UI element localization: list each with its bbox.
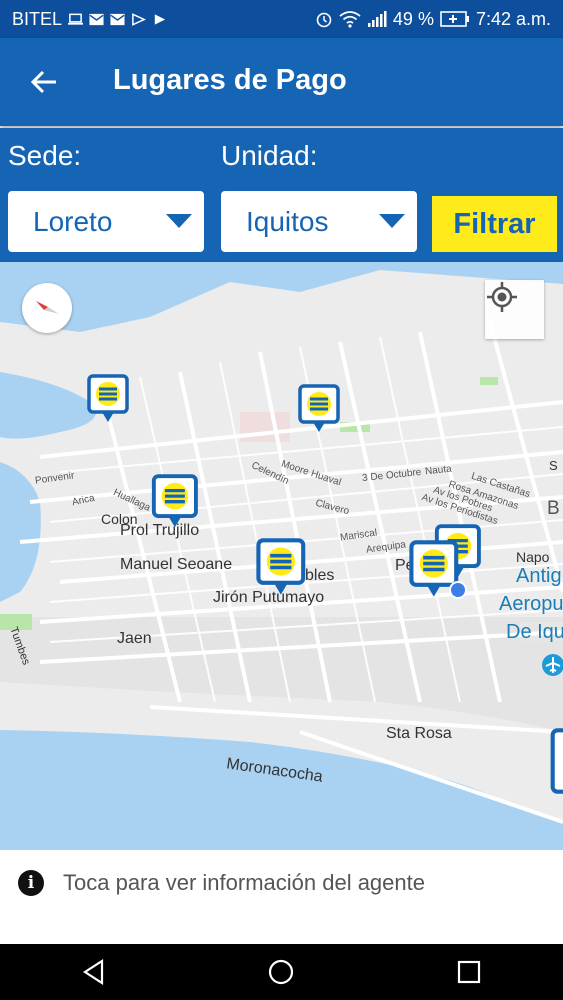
pin-icon (298, 384, 340, 432)
chevron-down-icon (379, 214, 405, 228)
status-right: 49 % 7:42 a.m. (315, 9, 551, 30)
arrow-back-icon (30, 70, 56, 94)
pin-icon (256, 538, 306, 595)
street-label: B (547, 498, 560, 519)
alarm-icon (316, 12, 332, 28)
laptop-icon (68, 13, 84, 25)
unidad-label: Unidad: (221, 140, 318, 171)
chevron-down-icon (166, 214, 192, 228)
play-store-icon (132, 12, 146, 26)
sede-select[interactable]: Loreto (8, 191, 204, 252)
nav-back-button[interactable] (64, 944, 124, 1000)
signal-icon (367, 11, 387, 27)
unidad-select-value: Iquitos (246, 205, 329, 237)
pin-icon (87, 374, 129, 422)
filter-panel: Sede: Unidad: Loreto Iquitos Filtrar (0, 128, 563, 262)
map-view[interactable]: Manuel Seoane Jirón Putumayo Jaen Sta Ro… (0, 262, 563, 850)
back-triangle-icon (82, 959, 103, 985)
compass-button[interactable] (22, 283, 72, 333)
street-label: Jaen (117, 630, 152, 647)
sede-select-value: Loreto (33, 205, 113, 237)
info-icon: i (18, 870, 44, 896)
my-location-button[interactable] (485, 280, 544, 339)
street-label: Sta Rosa (386, 725, 452, 742)
unidad-select[interactable]: Iquitos (221, 191, 417, 252)
agent-pin[interactable] (298, 384, 342, 440)
wifi-icon (339, 11, 361, 28)
filter-button[interactable]: Filtrar (432, 196, 557, 252)
recents-square-icon (458, 960, 481, 984)
battery-percent: 49 % (392, 8, 434, 29)
pin-icon (550, 728, 563, 794)
system-nav-bar (0, 944, 563, 1000)
agent-pin[interactable] (254, 538, 310, 604)
street-label: S (549, 458, 558, 473)
nav-home-button[interactable] (251, 944, 311, 1000)
street-label: Napo (516, 549, 550, 565)
agent-pin[interactable] (548, 728, 563, 794)
mail-icon (89, 13, 104, 25)
info-text: Toca para ver información del agente (63, 870, 425, 895)
user-location-dot (449, 581, 467, 599)
compass-icon (36, 301, 59, 314)
mail-icon (110, 13, 125, 25)
agent-pin[interactable] (87, 374, 131, 430)
airport-label: Aeropu (499, 593, 563, 615)
app-bar: Lugares de Pago (0, 38, 563, 126)
airport-icon (542, 654, 563, 676)
street-label: Manuel Seoane (120, 556, 233, 573)
airport-label: De Iqu (506, 621, 563, 643)
status-bar: BITEL 49 % 7:42 a.m. (0, 0, 563, 38)
pin-icon (151, 474, 198, 528)
clock: 7:42 a.m. (475, 8, 551, 29)
airport-label: Antig (516, 565, 562, 587)
battery-icon (440, 11, 469, 27)
sede-label: Sede: (8, 140, 82, 171)
my-location-icon (487, 282, 517, 312)
status-left: BITEL (12, 9, 167, 30)
page-title: Lugares de Pago (113, 64, 347, 96)
home-circle-icon (269, 959, 294, 985)
back-button[interactable] (22, 60, 66, 104)
agent-pin[interactable] (150, 474, 202, 536)
info-bar[interactable]: i Toca para ver información del agente (0, 850, 563, 944)
carrier-name: BITEL (12, 8, 63, 29)
nav-recents-button[interactable] (439, 944, 499, 1000)
play-icon (154, 13, 166, 25)
